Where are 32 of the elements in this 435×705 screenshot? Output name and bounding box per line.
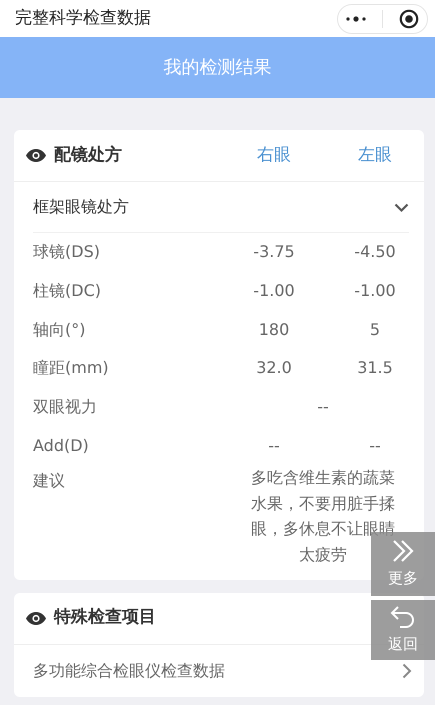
row-value: -- [316,396,330,418]
row-value: -- [368,434,382,457]
undo-arrow-icon [390,604,416,629]
more-icon[interactable] [346,16,366,22]
eye-icon [26,612,46,624]
double-chevron-icon [391,538,415,563]
row-value: 31.5 [356,357,394,380]
section-toggle[interactable]: 框架眼镜处方 [33,182,409,233]
row-label: 双眼视力 [33,396,98,418]
row-value: -3.75 [252,241,296,264]
header-title: 我的检测结果 [164,56,272,80]
capsule-menu[interactable] [337,4,428,34]
row-label: 瞳距(mm) [33,357,110,380]
column-header: 左眼 [357,144,393,167]
row-label: 柱镜(DC) [33,280,102,302]
row-label: Add(D) [33,434,90,457]
column-header: 右眼 [256,144,292,167]
row-value: 180 [258,318,290,341]
row-label: 轴向(°) [33,318,86,341]
card-title: 特殊检查项目 [54,606,156,630]
row-value: 5 [368,318,382,341]
row-label: 建议 [33,470,66,492]
page-title: 完整科学检查数据 [15,6,151,30]
row-value: 32.0 [255,357,293,380]
chevron-right-icon [402,662,412,678]
eye-icon [26,149,46,162]
row-value: -- [267,434,281,457]
row-value: -4.50 [353,241,397,264]
row-label: 球镜(DS) [33,241,101,264]
row-value: -1.00 [252,280,296,302]
card-title: 配镜处方 [54,144,122,167]
row-value: -1.00 [353,280,397,302]
